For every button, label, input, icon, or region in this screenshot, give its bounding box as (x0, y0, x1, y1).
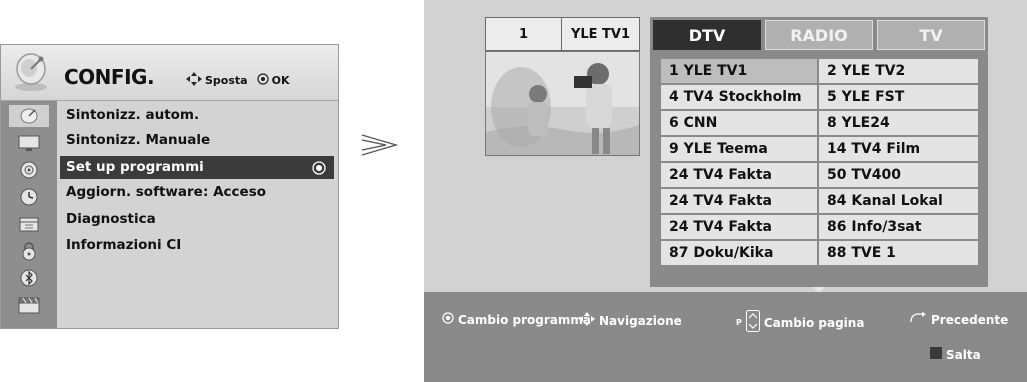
clapperboard-icon[interactable] (9, 294, 49, 316)
channel-item[interactable]: 1 YLE TV1 (661, 59, 817, 83)
menu-item-program-setup[interactable]: Set up programmi (60, 156, 334, 179)
footer-change-program-label: Cambio programma (458, 312, 591, 327)
tab-radio[interactable]: RADIO (765, 20, 873, 50)
channel-item[interactable]: 50 TV400 (819, 163, 978, 187)
channel-list-frame: DTV RADIO TV 1 YLE TV1 2 YLE TV2 4 TV4 S… (650, 17, 988, 293)
preview-header: 1 YLE TV1 (485, 17, 640, 51)
bluetooth-icon[interactable] (9, 267, 49, 289)
menu-item-label: Sintonizz. Manuale (66, 132, 211, 148)
page-up-down-icon (745, 310, 760, 335)
menu-item-ci-info[interactable]: Informazioni CI (58, 234, 338, 257)
preview-channel-name: YLE TV1 (570, 26, 631, 42)
menu-item-software-update[interactable]: Aggiorn. software : Acceso (58, 181, 338, 204)
footer-page-change-label: Cambio pagina (763, 315, 865, 330)
channel-list-panel: 1 YLE TV1 DTV RADIO TV 1 YLE TV1 2 YLE T… (424, 0, 1027, 382)
channel-item[interactable]: 5 YLE FST (819, 85, 978, 109)
menu-item-value: : Acceso (203, 184, 267, 200)
lock-icon[interactable] (9, 240, 49, 262)
channel-item[interactable]: 9 YLE Teema (661, 137, 817, 161)
clock-icon[interactable] (9, 186, 49, 208)
footer-page-change: P Cambio pagina (736, 310, 864, 335)
menu-item-auto-tuning[interactable]: Sintonizz. autom. (58, 104, 338, 127)
four-way-arrow-icon (186, 72, 202, 89)
channel-grid: 1 YLE TV1 2 YLE TV2 4 TV4 Stockholm 5 YL… (661, 59, 978, 280)
channel-item[interactable]: 8 YLE24 (819, 111, 978, 135)
channel-item[interactable]: 4 TV4 Stockholm (661, 85, 817, 109)
speaker-icon[interactable] (9, 159, 49, 181)
tab-tv[interactable]: TV (877, 20, 985, 50)
tab-dtv[interactable]: DTV (653, 20, 761, 50)
satellite-dish-icon[interactable] (9, 105, 49, 127)
menu-title: CONFIG. (64, 65, 155, 89)
menu-item-manual-tuning[interactable]: Sintonizz. Manuale (58, 129, 338, 152)
ok-button-icon (312, 160, 326, 183)
preview-image (485, 51, 640, 156)
page-key-label: P (736, 318, 742, 327)
ok-button-icon (442, 312, 454, 327)
satellite-dish-icon (9, 51, 53, 93)
calendar-icon[interactable] (9, 213, 49, 235)
hint-ok: OK (256, 73, 290, 88)
four-way-arrow-icon (579, 312, 595, 329)
channel-item[interactable]: 84 Kanal Lokal (819, 189, 978, 213)
menu-item-label: Informazioni CI (66, 237, 182, 253)
menu-item-label: Set up programmi (66, 159, 204, 175)
preview-channel-number: 1 (486, 18, 562, 50)
channel-tabs: DTV RADIO TV (653, 20, 985, 52)
monitor-icon[interactable] (9, 132, 49, 154)
config-menu-panel: CONFIG. Sposta OK Sintonizz. autom. Sint… (0, 44, 339, 329)
footer-navigation: Navigazione (579, 312, 682, 329)
channel-item[interactable]: 86 Info/3sat (819, 215, 978, 239)
ok-button-icon (256, 73, 269, 88)
menu-item-label: Sintonizz. autom. (66, 107, 200, 123)
menu-item-label: Aggiorn. software (66, 184, 203, 200)
help-footer: Cambio programma Navigazione P Cambio pa… (424, 292, 1027, 382)
footer-previous-label: Precedente (931, 312, 1009, 327)
menu-item-diagnostics[interactable]: Diagnostica (58, 208, 338, 231)
hint-ok-label: OK (271, 74, 290, 87)
menu-list: Sintonizz. autom. Sintonizz. Manuale Set… (58, 101, 338, 328)
category-icon-column (1, 101, 57, 328)
hint-move-label: Sposta (205, 74, 248, 87)
channel-item[interactable]: 24 TV4 Fakta (661, 189, 817, 213)
footer-navigation-label: Navigazione (599, 313, 682, 328)
back-arrow-icon (909, 312, 927, 327)
footer-previous: Precedente (909, 312, 1008, 327)
footer-change-program: Cambio programma (442, 312, 591, 327)
menu-header: CONFIG. Sposta OK (1, 45, 338, 101)
header-hint: Sposta OK (186, 72, 289, 89)
channel-item[interactable]: 24 TV4 Fakta (661, 163, 817, 187)
menu-item-label: Diagnostica (66, 211, 156, 227)
footer-skip: Salta (930, 347, 981, 362)
channel-item[interactable]: 14 TV4 Film (819, 137, 978, 161)
channel-item[interactable]: 6 CNN (661, 111, 817, 135)
channel-item[interactable]: 24 TV4 Fakta (661, 215, 817, 239)
channel-item[interactable]: 2 YLE TV2 (819, 59, 978, 83)
footer-skip-label: Salta (946, 347, 981, 362)
channel-item[interactable]: 87 Doku/Kika (661, 241, 817, 265)
channel-item[interactable]: 88 TVE 1 (819, 241, 978, 265)
skip-color-key-icon (930, 347, 942, 362)
right-arrow-icon (360, 133, 400, 161)
